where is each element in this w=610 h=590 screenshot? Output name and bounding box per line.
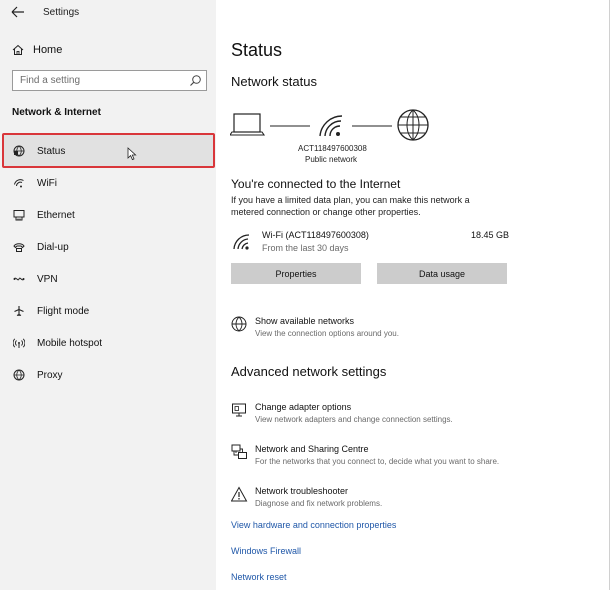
sidebar-item-label: Status [37, 145, 66, 157]
network-type: Public network [304, 155, 358, 164]
search-box[interactable] [12, 70, 207, 91]
sidebar-item-ethernet[interactable]: Ethernet [4, 199, 214, 231]
sidebar-item-mobile-hotspot[interactable]: Mobile hotspot [4, 327, 214, 359]
sidebar: Settings Home Network & Internet Status [0, 0, 216, 590]
option-title: Network and Sharing Centre [255, 444, 369, 454]
view-hardware-properties-link[interactable]: View hardware and connection properties [231, 520, 396, 530]
sidebar-item-label: Ethernet [37, 209, 75, 221]
internet-globe-icon [397, 109, 429, 141]
option-title: Show available networks [255, 316, 355, 326]
page-title: Status [231, 40, 283, 60]
sidebar-item-label: Proxy [37, 369, 63, 381]
option-title: Change adapter options [255, 402, 352, 412]
network-label: ACT118497600308 Public network [298, 143, 367, 165]
wifi-network-name: Wi-Fi (ACT118497600308) [262, 230, 369, 240]
change-adapter-options[interactable]: Change adapter options View network adap… [231, 402, 561, 430]
wifi-usage-period: From the last 30 days [262, 243, 349, 253]
wifi-usage-row: Wi-Fi (ACT118497600308) From the last 30… [231, 229, 509, 255]
sidebar-item-vpn[interactable]: VPN [4, 263, 214, 295]
network-reset-link[interactable]: Network reset [231, 572, 287, 582]
sidebar-item-status[interactable]: Status [4, 135, 214, 167]
globe-network-icon [231, 316, 247, 332]
airplane-icon [12, 305, 25, 318]
sidebar-item-proxy[interactable]: Proxy [4, 359, 214, 391]
option-description: View network adapters and change connect… [255, 415, 453, 424]
option-description: For the networks that you connect to, de… [255, 457, 500, 466]
sidebar-item-label: Mobile hotspot [37, 337, 103, 349]
option-description: View the connection options around you. [255, 329, 399, 338]
settings-window: Settings Home Network & Internet Status [0, 0, 610, 590]
sidebar-item-flight-mode[interactable]: Flight mode [4, 295, 214, 327]
mouse-cursor-icon [127, 147, 137, 161]
wifi-signal-icon [319, 115, 343, 137]
home-label: Home [33, 44, 63, 56]
sidebar-item-dialup[interactable]: Dial-up [4, 231, 214, 263]
sidebar-item-wifi[interactable]: WiFi [4, 167, 214, 199]
status-globe-icon [12, 145, 25, 158]
network-name: ACT118497600308 [298, 144, 367, 153]
search-icon[interactable] [189, 74, 202, 87]
home-icon [12, 44, 24, 55]
section-title: Network & Internet [12, 107, 101, 118]
ethernet-icon [12, 209, 25, 222]
network-troubleshooter[interactable]: Network troubleshooter Diagnose and fix … [231, 486, 561, 514]
adapter-monitor-icon [232, 403, 246, 417]
main-content: Status Network status ACT118497600308 Pu [216, 0, 610, 590]
wifi-icon [233, 234, 250, 250]
option-description: Diagnose and fix network problems. [255, 499, 383, 508]
dialup-icon [12, 241, 25, 254]
sidebar-item-label: Dial-up [37, 241, 69, 253]
wifi-icon [12, 177, 25, 190]
data-usage-button[interactable]: Data usage [377, 263, 507, 284]
home-nav-item[interactable]: Home [12, 42, 62, 58]
properties-button[interactable]: Properties [231, 263, 361, 284]
windows-firewall-link[interactable]: Windows Firewall [231, 546, 301, 556]
option-title: Network troubleshooter [255, 486, 349, 496]
connected-description: If you have a limited data plan, you can… [231, 195, 470, 217]
sidebar-item-label: VPN [37, 273, 58, 285]
network-status-heading: Network status [231, 74, 317, 89]
search-input[interactable] [13, 71, 183, 90]
back-arrow-icon[interactable] [9, 4, 27, 20]
globe-icon [12, 369, 25, 382]
connected-title: You're connected to the Internet [231, 177, 401, 191]
warning-icon [231, 486, 248, 502]
title-bar: Settings [0, 0, 216, 26]
sidebar-item-label: Flight mode [37, 305, 90, 317]
laptop-icon [230, 113, 266, 136]
sidebar-item-label: WiFi [37, 177, 57, 189]
advanced-settings-heading: Advanced network settings [231, 364, 387, 379]
sharing-centre-icon [231, 444, 247, 459]
vpn-icon [12, 273, 25, 286]
show-available-networks[interactable]: Show available networks View the connect… [231, 316, 561, 344]
app-title: Settings [43, 7, 80, 18]
hotspot-icon [12, 337, 25, 350]
wifi-data-usage: 18.45 GB [470, 230, 509, 240]
network-sharing-centre[interactable]: Network and Sharing Centre For the netwo… [231, 444, 561, 472]
